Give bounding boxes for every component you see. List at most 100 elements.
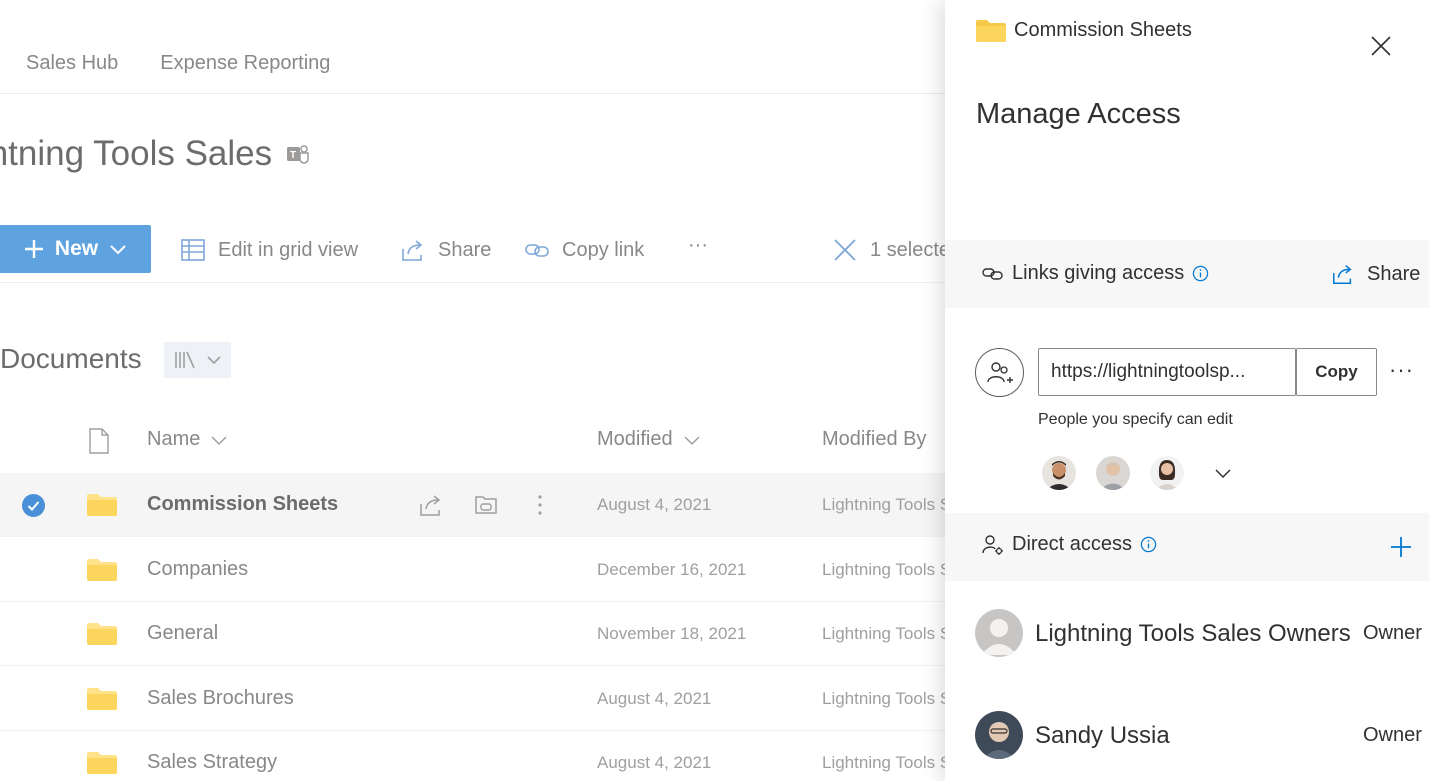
avatar[interactable] (1096, 456, 1130, 490)
panel-share-label: Share (1367, 262, 1421, 285)
column-header-modified[interactable]: Modified (597, 428, 701, 451)
table-row[interactable]: Commission Sheets August 4, 2021 Lightni… (0, 473, 1046, 537)
add-direct-access-icon[interactable] (1389, 535, 1413, 559)
direct-access-label: Direct access (982, 533, 1157, 556)
list-item[interactable]: Lightning Tools Sales Owners Owner (975, 609, 1422, 659)
share-command-label: Share (438, 238, 492, 261)
share-icon (1333, 265, 1352, 284)
direct-access-text: Direct access (1012, 533, 1133, 555)
folder-icon (87, 494, 117, 516)
person-name: Sandy Ussia (1035, 722, 1170, 749)
links-section-text: Links giving access (1012, 262, 1185, 284)
svg-text:T: T (290, 150, 296, 161)
teams-icon[interactable]: T (286, 142, 310, 166)
share-icon[interactable] (418, 492, 444, 518)
site-title: Lightning Tools Sales T (0, 134, 310, 174)
copy-link-label: Copy link (562, 238, 645, 261)
avatar (975, 711, 1023, 759)
row-modified: December 16, 2021 (597, 560, 747, 579)
close-icon[interactable] (1369, 34, 1393, 58)
column-name-label: Name (147, 428, 201, 450)
folder-icon (87, 688, 117, 710)
link-icon (525, 244, 549, 257)
share-command-button[interactable]: Share (400, 237, 491, 263)
hub-nav-sales-hub[interactable]: Sales Hub (26, 52, 118, 75)
direct-access-section-header: Direct access (945, 513, 1429, 581)
column-modified-by-label: Modified By (822, 428, 927, 450)
chevron-down-icon[interactable] (1213, 463, 1233, 483)
person-settings-icon (982, 534, 1003, 555)
new-button-label: New (54, 237, 99, 260)
hub-divider (0, 93, 945, 94)
folder-icon (87, 559, 117, 581)
row-modified: August 4, 2021 (597, 495, 712, 514)
command-bar-divider (0, 282, 945, 283)
copy-link-button[interactable]: Copy link (524, 237, 644, 263)
row-modified: August 4, 2021 (597, 753, 712, 772)
row-name[interactable]: Commission Sheets (147, 493, 338, 516)
column-header-modified-by[interactable]: Modified By (822, 428, 927, 451)
table-row[interactable]: Companies December 16, 2021 Lightning To… (0, 538, 1046, 602)
close-selection-icon (834, 239, 856, 261)
hub-navigation: Sales Hub Expense Reporting (26, 52, 330, 75)
panel-folder-name: Commission Sheets (1014, 19, 1192, 41)
copy-button[interactable]: Copy (1296, 348, 1377, 396)
table-row[interactable]: Sales Strategy August 4, 2021 Lightning … (0, 731, 1046, 781)
row-check-icon[interactable] (22, 494, 45, 517)
more-vertical-icon[interactable] (527, 492, 553, 518)
command-bar: New (0, 225, 151, 273)
grid-icon (181, 239, 205, 261)
person-role[interactable]: Owner (1363, 622, 1422, 645)
more-actions-button[interactable]: ··· (688, 234, 708, 257)
file-type-icon[interactable] (88, 428, 110, 454)
panel-header: Commission Sheets (976, 19, 1192, 42)
share-icon (402, 240, 423, 261)
row-name[interactable]: Sales Brochures (147, 687, 294, 710)
avatar[interactable] (1150, 456, 1184, 490)
chevron-down-icon (206, 356, 221, 365)
folder-icon (87, 752, 117, 774)
folder-icon (87, 623, 117, 645)
person-name: Lightning Tools Sales Owners (1035, 620, 1351, 647)
new-button[interactable]: New (0, 225, 151, 273)
hub-nav-expense-reporting[interactable]: Expense Reporting (160, 52, 330, 75)
row-name[interactable]: Companies (147, 558, 248, 581)
teams-channel-icon[interactable] (473, 492, 499, 518)
table-row[interactable]: Sales Brochures August 4, 2021 Lightning… (0, 667, 1046, 731)
plus-icon (24, 240, 43, 258)
info-icon[interactable] (1140, 536, 1157, 553)
row-modified: November 18, 2021 (597, 624, 747, 643)
column-header-name[interactable]: Name (147, 428, 228, 451)
row-modified: August 4, 2021 (597, 689, 712, 708)
library-icon (174, 351, 195, 369)
view-switcher[interactable] (164, 342, 231, 378)
edit-grid-view-label: Edit in grid view (218, 238, 359, 261)
row-name[interactable]: Sales Strategy (147, 751, 277, 774)
column-modified-label: Modified (597, 428, 673, 450)
list-item[interactable]: Sandy Ussia Owner (975, 711, 1422, 761)
people-add-icon (986, 361, 1013, 383)
folder-icon (976, 19, 1006, 42)
share-link-url-field[interactable] (1038, 348, 1296, 396)
group-avatar (975, 609, 1023, 657)
chevron-down-icon (211, 435, 227, 445)
link-icon (982, 267, 1003, 280)
avatar[interactable] (1042, 456, 1076, 490)
more-actions-label: ··· (688, 234, 708, 256)
links-section-header: Links giving access Share (945, 240, 1429, 308)
manage-access-panel: Commission Sheets Manage Access Links gi… (945, 0, 1429, 781)
library-title: Documents (0, 343, 142, 374)
selection-status[interactable]: 1 selected (832, 237, 961, 263)
specific-people-link-icon (975, 348, 1024, 397)
links-section-label: Links giving access (982, 262, 1209, 285)
info-icon[interactable] (1192, 265, 1209, 282)
row-name[interactable]: General (147, 622, 218, 645)
chevron-down-icon (110, 245, 126, 255)
table-row[interactable]: General November 18, 2021 Lightning Tool… (0, 602, 1046, 666)
link-more-options-button[interactable]: ··· (1389, 357, 1414, 383)
person-role[interactable]: Owner (1363, 724, 1422, 747)
edit-grid-view-button[interactable]: Edit in grid view (180, 237, 358, 263)
chevron-down-icon (684, 435, 700, 445)
panel-share-button[interactable]: Share (1331, 262, 1420, 286)
site-title-text[interactable]: Lightning Tools Sales (0, 134, 272, 174)
